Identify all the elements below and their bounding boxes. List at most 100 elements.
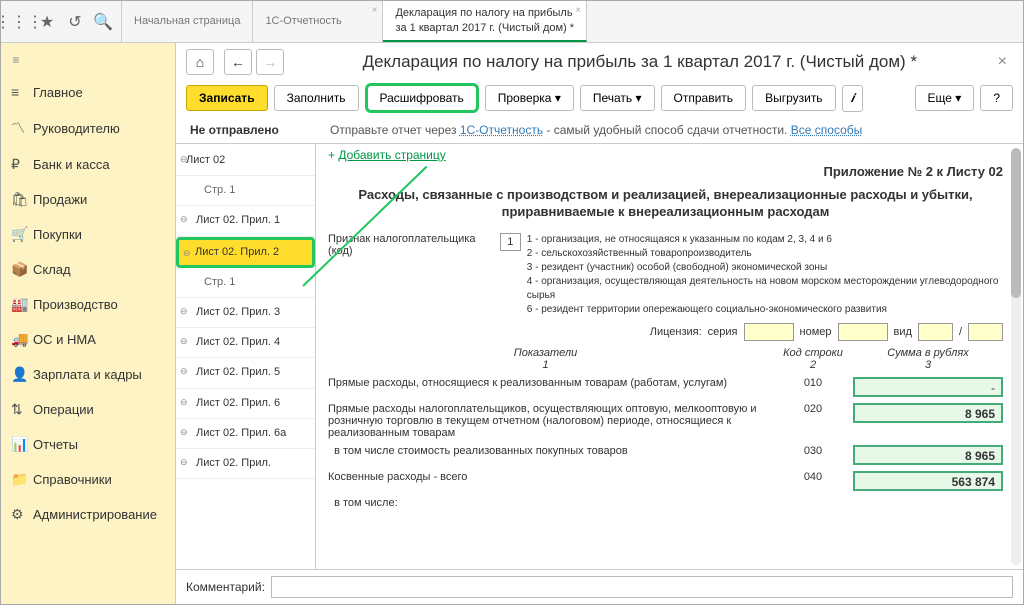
- sidebar-item-label: Справочники: [33, 472, 112, 487]
- swap-icon: ⇅: [11, 401, 33, 418]
- bag-icon: 🛍: [11, 191, 33, 208]
- tree-item[interactable]: Стр. 1: [176, 176, 315, 206]
- doc-title: Расходы, связанные с производством и реа…: [328, 179, 1003, 229]
- home-icon: ≡: [11, 84, 33, 100]
- sidebar-item-label: Операции: [33, 402, 94, 417]
- license-number-input[interactable]: [838, 323, 888, 341]
- sidebar-item-label: Банк и касса: [33, 157, 110, 172]
- gear-icon: ⚙: [11, 506, 33, 523]
- sidebar-item-directories[interactable]: 📁Справочники: [1, 462, 175, 497]
- reporting-link[interactable]: 1С-Отчетность: [460, 123, 543, 137]
- check-button[interactable]: Проверка ▾: [485, 85, 574, 111]
- sum-input[interactable]: 8 965: [853, 445, 1003, 465]
- box-icon: 📦: [11, 261, 33, 278]
- sidebar-item-label: Покупки: [33, 227, 82, 242]
- status-row: Не отправлено Отправьте отчет через 1С-О…: [176, 121, 1023, 143]
- sidebar-item-label: Руководителю: [33, 121, 120, 136]
- forward-button[interactable]: →: [256, 49, 284, 75]
- tree-item[interactable]: ⊖Лист 02. Прил. 5: [176, 358, 315, 388]
- status-text: Отправьте отчет через 1С-Отчетность - са…: [330, 123, 862, 137]
- collapse-icon[interactable]: ⊖: [180, 397, 188, 408]
- sidebar-item-reports[interactable]: 📊Отчеты: [1, 427, 175, 462]
- search-icon[interactable]: 🔍: [89, 8, 117, 36]
- sidebar-item-hr[interactable]: 👤Зарплата и кадры: [1, 357, 175, 392]
- history-icon[interactable]: ↺: [61, 8, 89, 36]
- scroll-thumb[interactable]: [1011, 148, 1021, 298]
- collapse-icon[interactable]: ⊖: [180, 336, 188, 347]
- table-row: в том числе:: [328, 497, 1003, 509]
- collapse-icon[interactable]: ⊖: [183, 248, 191, 259]
- collapse-icon[interactable]: ⊖: [180, 366, 188, 377]
- tab-reporting[interactable]: 1С-Отчетность ×: [253, 1, 383, 42]
- close-icon[interactable]: ×: [992, 53, 1013, 71]
- tree-item[interactable]: ⊖Лист 02. Прил. 4: [176, 328, 315, 358]
- sidebar-item-label: Продажи: [33, 192, 87, 207]
- save-button[interactable]: Записать: [186, 85, 268, 111]
- sidebar-item-manager[interactable]: 〽Руководителю: [1, 109, 175, 147]
- tree-item[interactable]: ⊖Лист 02. Прил. 1: [176, 206, 315, 236]
- apps-icon[interactable]: ⋮⋮⋮: [5, 8, 33, 36]
- tree-item[interactable]: ⊖Лист 02: [176, 146, 315, 176]
- codes-list: 1 - организация, не относящаяся к указан…: [527, 233, 1003, 317]
- sidebar-item-label: Главное: [33, 85, 83, 100]
- person-icon: 👤: [11, 366, 33, 383]
- table-header: Показатели1 Код строки2 Сумма в рублях3: [328, 347, 1003, 371]
- sum-input[interactable]: 563 874: [853, 471, 1003, 491]
- sidebar-item-assets[interactable]: 🚚ОС и НМА: [1, 322, 175, 357]
- topbar-icons: ⋮⋮⋮ ★ ↺ 🔍: [1, 1, 122, 42]
- tab-label: Декларация по налогу на прибыль: [395, 6, 574, 20]
- sidebar-item-purchases[interactable]: 🛒Покупки: [1, 217, 175, 252]
- star-icon[interactable]: ★: [33, 8, 61, 36]
- attach-button[interactable]: 𝒊: [842, 85, 863, 112]
- send-button[interactable]: Отправить: [661, 85, 747, 111]
- chevron-down-icon: ▾: [955, 91, 961, 105]
- more-button[interactable]: Еще ▾: [915, 85, 975, 111]
- sidebar-item-sales[interactable]: 🛍Продажи: [1, 182, 175, 217]
- sidebar: ≡ ≡Главное 〽Руководителю ₽Банк и касса 🛍…: [1, 43, 176, 604]
- document: + Добавить страницу Приложение № 2 к Лис…: [316, 144, 1023, 569]
- close-icon[interactable]: ×: [575, 4, 581, 17]
- scrollbar[interactable]: [1011, 148, 1021, 565]
- sum-input[interactable]: -: [853, 377, 1003, 397]
- export-button[interactable]: Выгрузить: [752, 85, 836, 111]
- back-button[interactable]: ←: [224, 49, 252, 75]
- license-series-input[interactable]: [744, 323, 794, 341]
- home-button[interactable]: ⌂: [186, 49, 214, 75]
- add-page-link[interactable]: Добавить страницу: [338, 148, 445, 162]
- tree-item[interactable]: ⊖Лист 02. Прил. 6: [176, 389, 315, 419]
- license-type2-input[interactable]: [968, 323, 1003, 341]
- all-ways-link[interactable]: Все способы: [791, 123, 863, 137]
- sidebar-item-operations[interactable]: ⇅Операции: [1, 392, 175, 427]
- sum-input[interactable]: 8 965: [853, 403, 1003, 423]
- print-button[interactable]: Печать ▾: [580, 85, 655, 111]
- tab-start[interactable]: Начальная страница: [122, 1, 253, 42]
- taxpayer-code[interactable]: 1: [500, 233, 521, 251]
- collapse-icon[interactable]: ⊖: [180, 427, 188, 438]
- sidebar-item-production[interactable]: 🏭Производство: [1, 287, 175, 322]
- comment-input[interactable]: [271, 576, 1013, 598]
- sidebar-item-label: Производство: [33, 297, 118, 312]
- ruble-icon: ₽: [11, 156, 33, 173]
- close-icon[interactable]: ×: [372, 4, 378, 17]
- tree-item-selected[interactable]: ⊖Лист 02. Прил. 2: [176, 237, 315, 268]
- tree-item[interactable]: Стр. 1: [176, 268, 315, 298]
- fill-button[interactable]: Заполнить: [274, 85, 359, 111]
- tab-declaration[interactable]: Декларация по налогу на прибыль за 1 ква…: [383, 1, 587, 42]
- collapse-icon[interactable]: ⊖: [180, 457, 188, 468]
- collapse-icon[interactable]: ⊖: [180, 306, 188, 317]
- tree-item[interactable]: ⊖Лист 02. Прил.: [176, 449, 315, 479]
- tree-item[interactable]: ⊖Лист 02. Прил. 6а: [176, 419, 315, 449]
- sidebar-item-bank[interactable]: ₽Банк и касса: [1, 147, 175, 182]
- sidebar-item-admin[interactable]: ⚙Администрирование: [1, 497, 175, 532]
- tab-label: Начальная страница: [134, 14, 240, 28]
- decode-button[interactable]: Расшифровать: [365, 83, 479, 113]
- tree-item[interactable]: ⊖Лист 02. Прил. 3: [176, 298, 315, 328]
- license-type-input[interactable]: [918, 323, 953, 341]
- collapse-icon[interactable]: ⊖: [180, 154, 188, 165]
- help-button[interactable]: ?: [980, 85, 1013, 111]
- menu-icon[interactable]: ≡: [1, 45, 31, 75]
- chart-icon: 〽: [11, 118, 33, 138]
- sidebar-item-warehouse[interactable]: 📦Склад: [1, 252, 175, 287]
- collapse-icon[interactable]: ⊖: [180, 214, 188, 225]
- sidebar-item-main[interactable]: ≡Главное: [1, 75, 175, 109]
